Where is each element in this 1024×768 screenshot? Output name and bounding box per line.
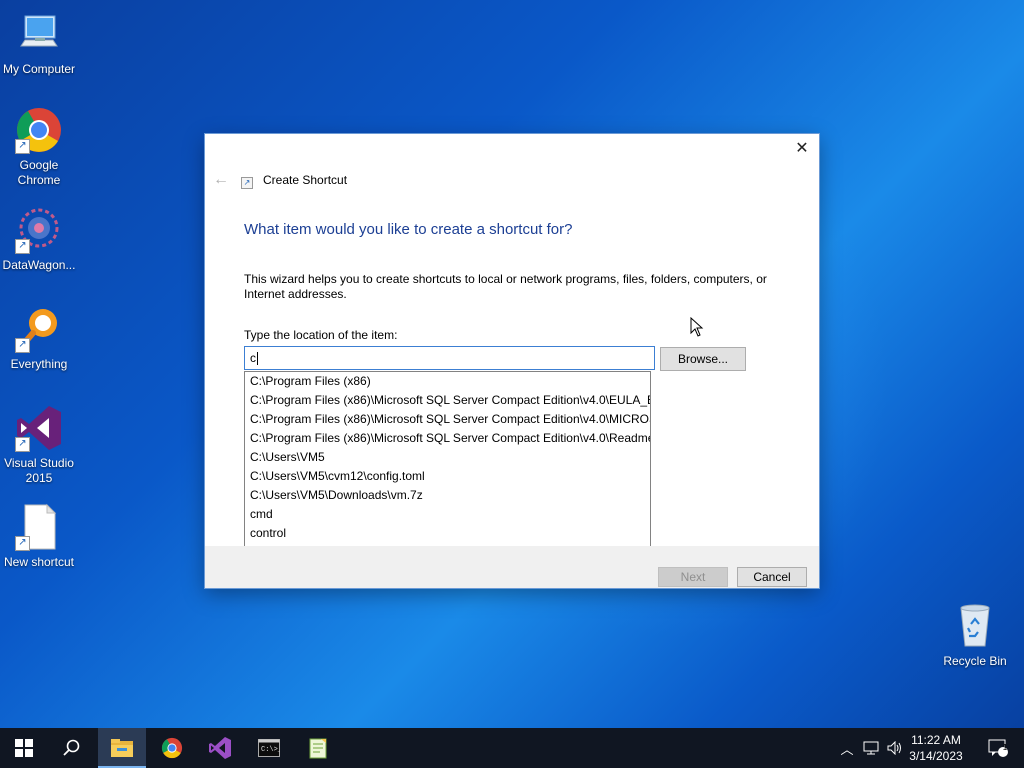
chrome-icon xyxy=(161,737,183,759)
network-icon xyxy=(863,741,879,755)
location-input-value: c xyxy=(250,351,256,365)
system-clock[interactable]: 11:22 AM 3/14/2023 xyxy=(906,732,966,764)
clock-time: 11:22 AM xyxy=(911,733,961,747)
close-button[interactable]: ✕ xyxy=(793,140,811,158)
autocomplete-item[interactable]: control xyxy=(245,524,650,543)
clock-date: 3/14/2023 xyxy=(909,749,963,763)
autocomplete-item[interactable]: C:\Users\VM5 xyxy=(245,448,650,467)
back-arrow-icon[interactable]: ← xyxy=(213,171,229,189)
desktop-icon-label: DataWagon... xyxy=(2,258,76,272)
folder-icon xyxy=(111,739,133,757)
datawagon-icon: ↗ xyxy=(15,206,63,254)
dialog-footer: Next Cancel xyxy=(205,546,819,588)
visual-studio-icon: ↗ xyxy=(15,404,63,452)
shortcut-arrow-icon: ↗ xyxy=(15,338,30,353)
next-button[interactable]: Next xyxy=(658,567,728,587)
taskbar-terminal[interactable]: C:\>_ xyxy=(245,728,293,768)
notification-count: 1 xyxy=(1002,743,1008,752)
desktop-icon-label: My Computer xyxy=(2,62,76,76)
create-shortcut-dialog: ✕ ← ↗ Create Shortcut What item would yo… xyxy=(205,134,819,588)
autocomplete-item[interactable]: C:\Program Files (x86) xyxy=(245,372,650,391)
location-label: Type the location of the item: xyxy=(244,328,398,342)
autocomplete-item[interactable]: C:\Users\VM5\Downloads\vm.7z xyxy=(245,486,650,505)
dialog-title: Create Shortcut xyxy=(263,173,348,187)
mouse-cursor-icon xyxy=(690,317,704,337)
volume-button[interactable] xyxy=(884,728,906,768)
everything-search-icon: ↗ xyxy=(15,305,63,353)
notepad-icon xyxy=(309,738,327,759)
taskbar-visual-studio[interactable] xyxy=(196,728,244,768)
autocomplete-item[interactable]: cmd xyxy=(245,505,650,524)
text-caret xyxy=(257,352,258,366)
visual-studio-icon xyxy=(209,737,231,759)
cancel-button[interactable]: Cancel xyxy=(737,567,807,587)
autocomplete-list[interactable]: C:\Program Files (x86) C:\Program Files … xyxy=(244,371,651,563)
desktop-icon-everything[interactable]: ↗ Everything xyxy=(0,305,78,372)
desktop-icon-datawagon[interactable]: ↗ DataWagon... xyxy=(0,206,78,273)
action-center-button[interactable]: 1 xyxy=(978,728,1018,768)
shortcut-arrow-icon: ↗ xyxy=(15,437,30,452)
desktop-icon-visual-studio[interactable]: ↗ Visual Studio 2015 xyxy=(0,404,78,486)
dialog-heading: What item would you like to create a sho… xyxy=(244,221,573,238)
search-button[interactable] xyxy=(48,728,96,768)
dialog-description: This wizard helps you to create shortcut… xyxy=(244,272,767,301)
chevron-up-icon: ︿ xyxy=(840,741,854,757)
windows-start-icon xyxy=(15,739,33,757)
network-status-button[interactable] xyxy=(860,728,882,768)
taskbar: C:\>_ ︿ 11:22 AM 3/14/2023 1 xyxy=(0,728,1024,768)
autocomplete-item[interactable]: C:\Program Files (x86)\Microsoft SQL Ser… xyxy=(245,429,650,448)
autocomplete-item[interactable]: C:\Users\VM5\cvm12\config.toml xyxy=(245,467,650,486)
desktop-icon-recycle-bin[interactable]: Recycle Bin xyxy=(936,602,1014,669)
terminal-icon: C:\>_ xyxy=(258,739,280,757)
shortcut-arrow-icon: ↗ xyxy=(15,536,30,551)
autocomplete-item[interactable]: C:\Program Files (x86)\Microsoft SQL Ser… xyxy=(245,391,650,410)
shortcut-arrow-icon: ↗ xyxy=(15,239,30,254)
show-hidden-icons-button[interactable]: ︿ xyxy=(838,728,856,768)
location-input[interactable]: c xyxy=(244,346,655,370)
shortcut-arrow-icon: ↗ xyxy=(15,139,30,154)
taskbar-chrome[interactable] xyxy=(148,728,196,768)
search-icon xyxy=(63,739,80,756)
file-icon: ↗ xyxy=(15,503,63,551)
chrome-icon: ↗ xyxy=(15,106,63,154)
browse-button[interactable]: Browse... xyxy=(660,347,746,371)
start-button[interactable] xyxy=(0,728,48,768)
autocomplete-item[interactable]: C:\Program Files (x86)\Microsoft SQL Ser… xyxy=(245,410,650,429)
desktop-icon-label: Recycle Bin xyxy=(943,654,1007,668)
desktop-icon-label: New shortcut xyxy=(3,555,75,569)
recycle-bin-icon xyxy=(951,602,999,650)
desktop-icon-label: Everything xyxy=(10,357,68,371)
taskbar-notepad[interactable] xyxy=(294,728,342,768)
taskbar-file-explorer[interactable] xyxy=(98,728,146,768)
desktop-icon-google-chrome[interactable]: ↗ Google Chrome xyxy=(0,106,78,188)
computer-icon xyxy=(15,10,63,58)
desktop-icon-my-computer[interactable]: My Computer xyxy=(0,10,78,77)
speaker-icon xyxy=(887,741,901,755)
desktop-icon-label: Google Chrome xyxy=(17,158,61,187)
shortcut-wizard-icon: ↗ xyxy=(241,177,253,189)
desktop-icon-new-shortcut[interactable]: ↗ New shortcut xyxy=(0,503,78,570)
svg-text:C:\>_: C:\>_ xyxy=(261,746,280,754)
desktop-icon-label: Visual Studio 2015 xyxy=(4,456,74,485)
